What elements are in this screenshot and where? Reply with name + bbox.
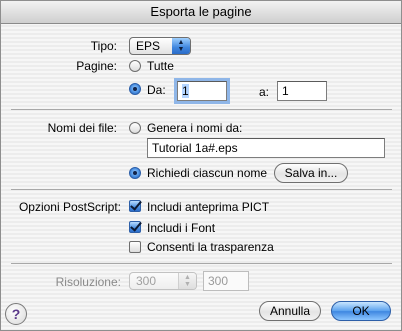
pages-to-field[interactable]: 1 — [277, 81, 327, 101]
pages-label: Pagine: — [76, 59, 117, 73]
cancel-button[interactable]: Annulla — [259, 301, 321, 321]
popup-arrows-icon: ▲ ▼ — [172, 38, 190, 54]
separator — [11, 109, 392, 110]
allow-transparency-label: Consenti la trasparenza — [147, 240, 274, 254]
generate-names-radio[interactable] — [129, 122, 141, 134]
dialog-title: Esporta le pagine — [1, 1, 401, 24]
pages-from-radio[interactable] — [129, 83, 141, 95]
resolution-popup-value: 300 — [136, 274, 157, 288]
pages-from-value: 1 — [182, 84, 189, 98]
pages-all-label: Tutte — [147, 59, 174, 73]
include-fonts-checkbox[interactable] — [129, 221, 141, 233]
pages-from-label: Da: — [147, 83, 166, 97]
resolution-field[interactable]: 300 — [203, 271, 249, 291]
allow-transparency-checkbox[interactable] — [129, 241, 141, 253]
pages-from-field[interactable]: 1 — [174, 78, 230, 104]
pages-all-radio[interactable] — [129, 60, 141, 72]
separator — [11, 263, 392, 264]
resolution-label: Risoluzione: — [55, 275, 121, 289]
export-pages-dialog: Esporta le pagine Tipo: EPS ▲ ▼ Pagine: T… — [0, 0, 402, 331]
ok-button[interactable]: OK — [331, 301, 391, 321]
generate-names-label: Genera i nomi da: — [147, 121, 243, 135]
include-pict-checkbox[interactable] — [129, 200, 141, 212]
separator — [11, 189, 392, 190]
format-popup-value: EPS — [136, 39, 161, 53]
save-in-button[interactable]: Salva in... — [274, 163, 348, 183]
postscript-label: Opzioni PostScript: — [18, 200, 121, 214]
format-popup[interactable]: EPS ▲ ▼ — [129, 37, 191, 55]
include-pict-label: Includi anteprima PICT — [147, 200, 270, 214]
popup-arrows-icon: ▲ ▼ — [178, 273, 196, 289]
help-button[interactable]: ? — [5, 303, 27, 325]
include-fonts-label: Includi i Font — [147, 221, 216, 235]
file-names-label: Nomi dei file: — [47, 121, 117, 135]
file-name-field[interactable]: Tutorial 1a#.eps — [147, 138, 385, 158]
format-label: Tipo: — [90, 39, 117, 53]
ask-each-name-radio[interactable] — [129, 167, 141, 179]
ask-each-name-label: Richiedi ciascun nome — [147, 166, 268, 180]
pages-to-label: a: — [259, 85, 270, 99]
resolution-popup[interactable]: 300 ▲ ▼ — [129, 272, 197, 290]
